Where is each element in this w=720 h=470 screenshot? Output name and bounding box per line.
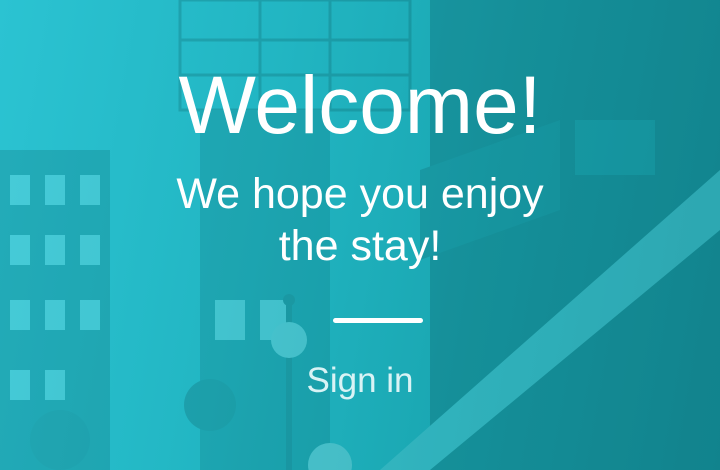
welcome-title: Welcome! [178, 60, 542, 151]
welcome-screen: Welcome! We hope you enjoy the stay! Sig… [0, 0, 720, 470]
welcome-subtitle: We hope you enjoy the stay! [176, 170, 544, 270]
welcome-content: Welcome! We hope you enjoy the stay! Sig… [0, 0, 720, 470]
sign-in-button[interactable]: Sign in [260, 356, 460, 406]
divider-line [333, 318, 423, 323]
